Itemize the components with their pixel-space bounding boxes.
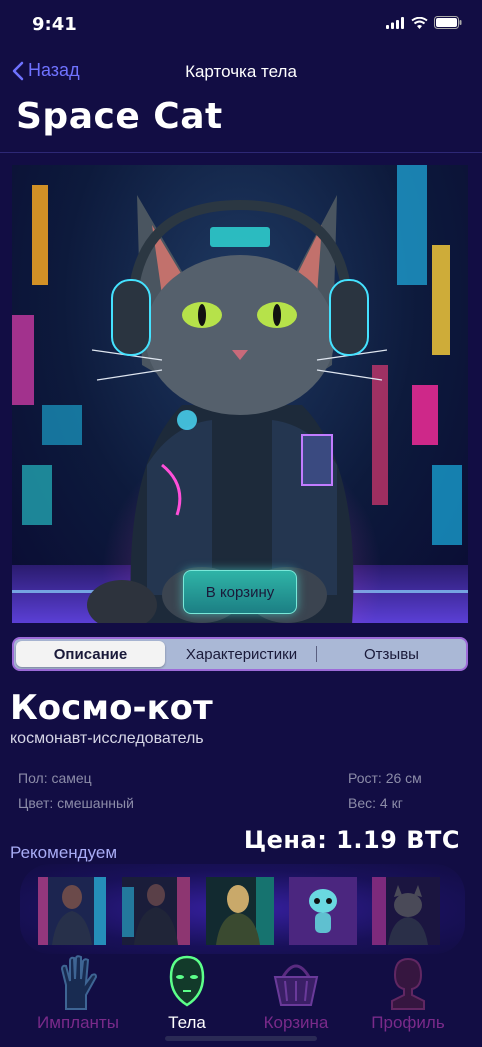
cat-illustration bbox=[12, 165, 468, 623]
tab-profile-label: Профиль bbox=[371, 1013, 445, 1032]
tab-description[interactable]: Описание bbox=[16, 641, 165, 667]
recommend-item-cyber-man[interactable] bbox=[122, 877, 190, 945]
status-icons bbox=[386, 16, 462, 29]
divider bbox=[0, 152, 482, 153]
status-bar: 9:41 bbox=[0, 0, 482, 50]
recommend-item-android[interactable] bbox=[206, 877, 274, 945]
nav-bar: Назад Карточка тела bbox=[0, 50, 482, 94]
product-subtitle: космонавт-исследователь bbox=[10, 730, 204, 747]
tab-reviews[interactable]: Отзывы bbox=[317, 639, 466, 669]
hero-image: В корзину bbox=[12, 165, 468, 623]
spec-color: Цвет: смешанный bbox=[18, 795, 134, 811]
tab-implants[interactable]: Импланты bbox=[18, 955, 138, 1035]
recommend-title: Рекомендуем bbox=[10, 843, 118, 862]
cyber-woman-thumbnail bbox=[38, 877, 106, 945]
spec-height: Рост: 26 см bbox=[348, 770, 422, 786]
recommend-list bbox=[0, 864, 482, 959]
nav-title: Карточка тела bbox=[185, 62, 297, 81]
tab-cart[interactable]: Корзина bbox=[236, 955, 356, 1035]
home-indicator bbox=[165, 1036, 317, 1041]
alien-thumbnail bbox=[289, 877, 357, 945]
tab-implants-label: Импланты bbox=[37, 1013, 119, 1032]
tab-cart-label: Корзина bbox=[263, 1013, 329, 1032]
recommend-item-alien[interactable] bbox=[289, 877, 357, 945]
spec-weight: Вес: 4 кг bbox=[348, 795, 403, 811]
android-thumbnail bbox=[206, 877, 274, 945]
tab-characteristics[interactable]: Характеристики bbox=[167, 639, 316, 669]
cyber-dog-thumbnail bbox=[372, 877, 440, 945]
recommend-item-cyber-dog[interactable] bbox=[372, 877, 440, 945]
head-icon bbox=[169, 955, 205, 1007]
wifi-icon bbox=[411, 16, 428, 29]
spec-sex: Пол: самец bbox=[18, 770, 92, 786]
hand-icon bbox=[60, 955, 98, 1010]
battery-icon bbox=[434, 16, 462, 29]
profile-icon bbox=[391, 957, 425, 1010]
tab-bodies[interactable]: Тела bbox=[127, 955, 247, 1035]
cyber-man-thumbnail bbox=[122, 877, 190, 945]
signal-icon bbox=[386, 16, 404, 29]
status-time: 9:41 bbox=[32, 14, 77, 35]
add-to-cart-button[interactable]: В корзину bbox=[183, 570, 297, 614]
product-name: Космо-кот bbox=[10, 688, 213, 728]
basket-icon bbox=[273, 964, 319, 1006]
tab-bar: Импланты Тела Корзина Профиль bbox=[0, 955, 482, 1047]
tab-profile[interactable]: Профиль bbox=[348, 955, 468, 1035]
price: Цена: 1.19 BTC bbox=[243, 826, 460, 854]
page-title: Space Cat bbox=[16, 96, 223, 137]
tab-bodies-label: Тела bbox=[168, 1013, 206, 1032]
recommend-item-cyber-woman[interactable] bbox=[38, 877, 106, 945]
segmented-control: Описание Характеристики Отзывы bbox=[12, 637, 468, 671]
